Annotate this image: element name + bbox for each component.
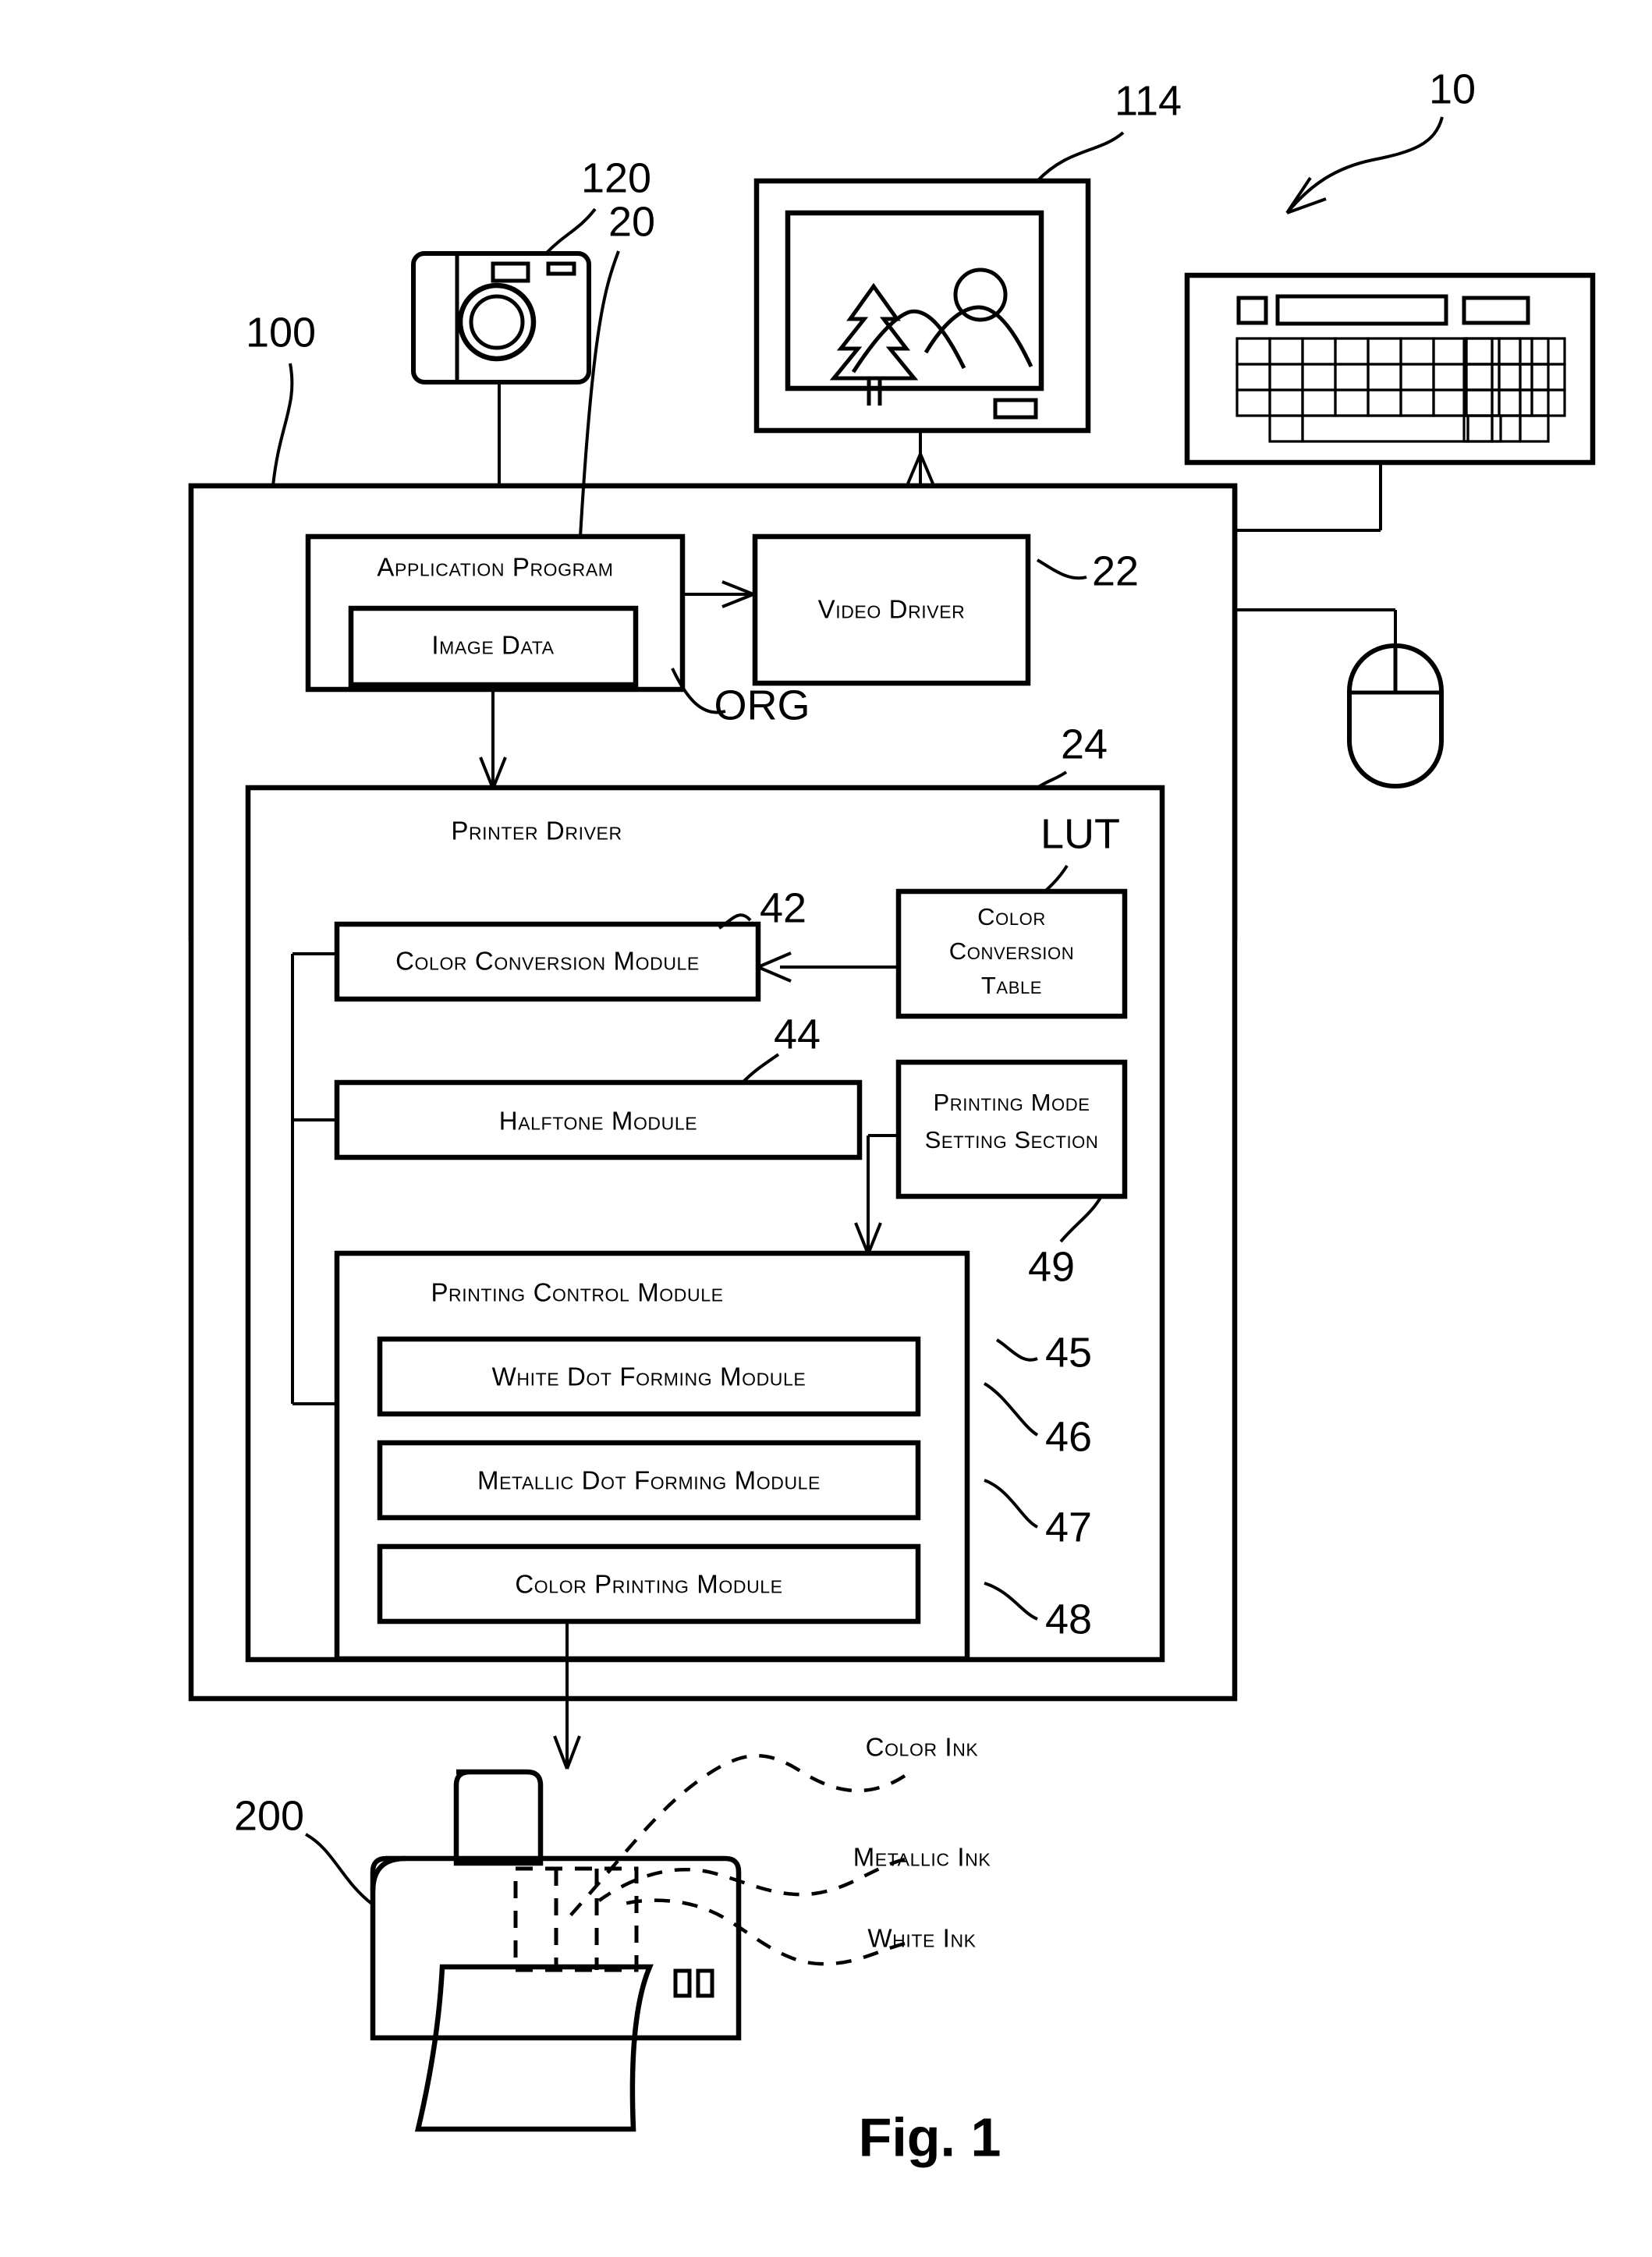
halftone-module-label: Halftone Module bbox=[499, 1107, 697, 1136]
ref-100-label: 100 bbox=[246, 309, 316, 356]
color-ink-label: Color Ink bbox=[866, 1733, 979, 1762]
ref-10-label: 10 bbox=[1429, 66, 1476, 112]
system-ref-callout: 10 bbox=[1285, 66, 1476, 214]
ref-22-label: 22 bbox=[1092, 547, 1139, 594]
ref-44-label: 44 bbox=[774, 1011, 821, 1058]
printer-driver-label: Printer Driver bbox=[451, 817, 622, 845]
color-conversion-module-label: Color Conversion Module bbox=[395, 947, 700, 976]
ref-120-label: 120 bbox=[581, 154, 651, 201]
ref-42-label: 42 bbox=[760, 884, 807, 931]
ref-24-label: 24 bbox=[1061, 721, 1108, 767]
ref-49-label: 49 bbox=[1028, 1243, 1075, 1290]
figure-caption: Fig. 1 bbox=[859, 2106, 1001, 2167]
white-dot-forming-module-label: White Dot Forming Module bbox=[492, 1362, 807, 1391]
ref-47-label: 47 bbox=[1045, 1504, 1092, 1550]
color-printing-module-label: Color Printing Module bbox=[515, 1570, 782, 1599]
cct-line-1: Color bbox=[977, 903, 1046, 930]
cct-line-3: Table bbox=[981, 972, 1042, 999]
printing-control-module-label: Printing Control Module bbox=[431, 1278, 723, 1307]
application-program-label: Application Program bbox=[377, 553, 613, 582]
white-ink-label: White Ink bbox=[867, 1924, 976, 1953]
metallic-dot-forming-module-label: Metallic Dot Forming Module bbox=[477, 1466, 821, 1495]
pmss-line-1: Printing Mode bbox=[933, 1089, 1090, 1116]
video-driver-label: Video Driver bbox=[818, 595, 966, 624]
org-label: ORG bbox=[714, 682, 810, 728]
printer: 200 bbox=[234, 1769, 742, 2132]
ref-200-label: 200 bbox=[234, 1792, 304, 1839]
image-data-label: Image Data bbox=[431, 631, 554, 660]
figure-1-block-diagram: 10 120 114 100 Application Program Image… bbox=[188, 66, 1596, 2167]
metallic-ink-label: Metallic Ink bbox=[853, 1843, 991, 1872]
ref-114-label: 114 bbox=[1115, 77, 1182, 124]
ref-45-label: 45 bbox=[1045, 1329, 1092, 1376]
ink-callouts: Color Ink Metallic Ink White Ink bbox=[565, 1733, 991, 1966]
ref-20-label: 20 bbox=[608, 198, 655, 245]
pmss-line-2: Setting Section bbox=[925, 1126, 1099, 1153]
crt-monitor: 114 bbox=[753, 77, 1182, 538]
ref-46-label: 46 bbox=[1045, 1413, 1092, 1460]
patent-figure: 10 120 114 100 Application Program Image… bbox=[0, 0, 1652, 2257]
ref-48-label: 48 bbox=[1045, 1596, 1092, 1642]
lut-label: LUT bbox=[1040, 810, 1120, 857]
cct-line-2: Conversion bbox=[949, 937, 1074, 965]
